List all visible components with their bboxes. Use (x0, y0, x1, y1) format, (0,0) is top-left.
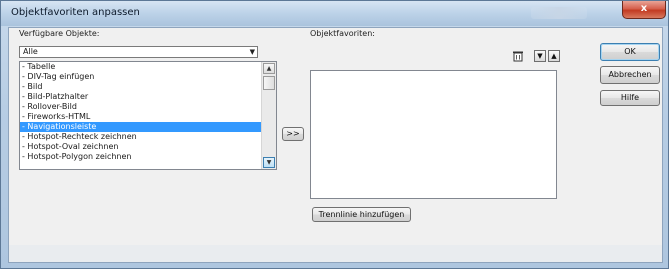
dialog-window: Objektfavoriten anpassen x Verfügbare Ob… (0, 0, 669, 269)
category-dropdown[interactable]: Alle ▼ (19, 46, 258, 58)
trash-icon[interactable] (512, 50, 524, 62)
ok-button[interactable]: OK (600, 43, 660, 61)
close-button[interactable]: x (622, 1, 666, 19)
add-to-favorites-button[interactable]: >> (282, 127, 304, 141)
title-bar[interactable]: Objektfavoriten anpassen x (1, 1, 668, 26)
list-item[interactable]: - Hotspot-Polygon zeichnen (20, 152, 276, 162)
title-bar-blur (531, 7, 587, 19)
list-item[interactable]: - Navigationsleiste (20, 122, 276, 132)
favorites-list[interactable] (310, 70, 557, 199)
scroll-down-button[interactable]: ▼ (263, 157, 275, 168)
help-button[interactable]: Hilfe (600, 90, 660, 106)
scroll-up-button[interactable]: ▲ (263, 63, 275, 74)
list-item[interactable]: - Rollover-Bild (20, 102, 276, 112)
favorites-label: Objektfavoriten: (310, 29, 375, 38)
list-item[interactable]: - Hotspot-Rechteck zeichnen (20, 132, 276, 142)
available-objects-list[interactable]: - Tabelle - DIV-Tag einfügen - Bild - Bild-… (19, 61, 277, 170)
list-item[interactable]: - Tabelle (20, 62, 276, 72)
list-item[interactable]: - Fireworks-HTML (20, 112, 276, 122)
move-down-button[interactable]: ▼ (534, 50, 546, 62)
move-up-button[interactable]: ▲ (548, 50, 560, 62)
list-scrollbar[interactable]: ▲ ▼ (261, 62, 276, 169)
add-separator-button[interactable]: Trennlinie hinzufügen (312, 207, 411, 222)
list-item[interactable]: - Bild-Platzhalter (20, 92, 276, 102)
window-title: Objektfavoriten anpassen (11, 7, 140, 18)
bottom-strip (9, 245, 662, 262)
category-dropdown-value: Alle (23, 47, 38, 56)
chevron-down-icon: ▼ (249, 48, 255, 56)
list-item[interactable]: - Hotspot-Oval zeichnen (20, 142, 276, 152)
list-item[interactable]: - Bild (20, 82, 276, 92)
list-item[interactable]: - DIV-Tag einfügen (20, 72, 276, 82)
available-objects-label: Verfügbare Objekte: (19, 29, 100, 38)
cancel-button[interactable]: Abbrechen (600, 66, 660, 84)
scroll-thumb[interactable] (263, 76, 275, 90)
